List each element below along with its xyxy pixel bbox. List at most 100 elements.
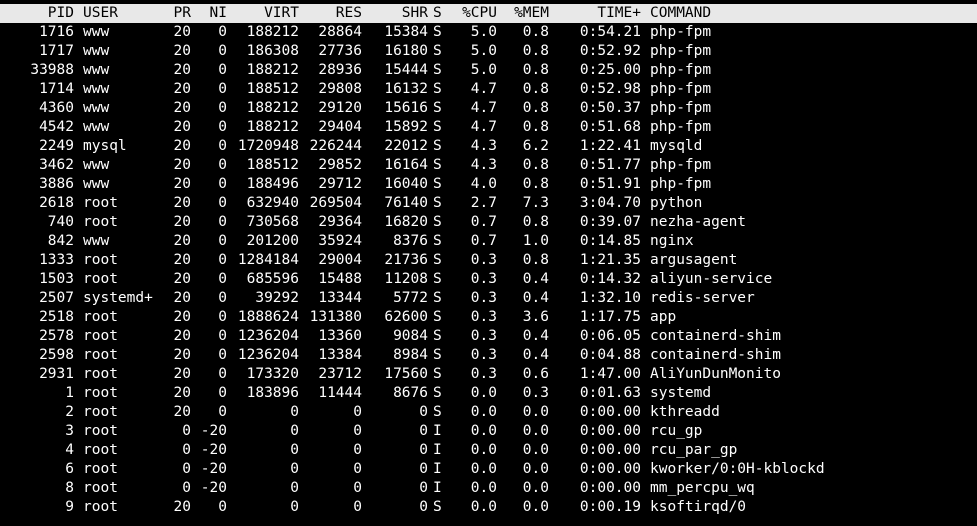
- process-pid-cell: 3886: [39, 176, 74, 192]
- process-state-cell: I: [433, 480, 442, 496]
- process-state-cell: I: [433, 461, 442, 477]
- process-virt-cell: 1284184: [237, 252, 299, 268]
- process-row[interactable]: 4 root 0 -20 0 0 0 I 0.0 0.0 0:00.00 rcu_par_gp: [0, 441, 977, 460]
- column-header-state: S: [433, 5, 442, 21]
- process-row[interactable]: 4542 www 20 0 188212 29404 15892 S 4.7 0.8 0:51.68…: [0, 118, 977, 137]
- process-time-cell: 0:51.77: [579, 157, 641, 173]
- process-row[interactable]: 2518 root 20 0 1888624 131380 62600 S 0.3 3.6 1:17…: [0, 308, 977, 327]
- process-cpu-cell: 0.0: [470, 404, 497, 420]
- process-ni-cell: 0: [218, 176, 227, 192]
- process-row[interactable]: 2507 systemd+ 20 0 39292 13344 5772 S 0.3 0.4 1:32…: [0, 289, 977, 308]
- process-virt-cell: 188512: [246, 157, 299, 173]
- process-command-cell: rcu_par_gp: [650, 442, 738, 458]
- process-row[interactable]: 740 root 20 0 730568 29364 16820 S 0.7 0.8 0:39.07…: [0, 213, 977, 232]
- process-ni-cell: 0: [218, 214, 227, 230]
- process-ni-cell: 0: [218, 366, 227, 382]
- process-cpu-cell: 0.3: [470, 271, 497, 287]
- process-mem-cell: 0.0: [522, 404, 549, 420]
- column-header-virt: VIRT: [264, 5, 299, 21]
- process-res-cell: 269504: [309, 195, 362, 211]
- process-row[interactable]: 6 root 0 -20 0 0 0 I 0.0 0.0 0:00.00 kworker/0:0H-k…: [0, 460, 977, 479]
- process-virt-cell: 188496: [246, 176, 299, 192]
- process-res-cell: 0: [353, 423, 362, 439]
- process-pr-cell: 20: [173, 100, 191, 116]
- process-row[interactable]: 2931 root 20 0 173320 23712 17560 S 0.3 0.6 1:47.0…: [0, 365, 977, 384]
- process-virt-cell: 1888624: [237, 309, 299, 325]
- process-virt-cell: 0: [290, 442, 299, 458]
- process-row[interactable]: 1 root 20 0 183896 11444 8676 S 0.0 0.3 0:01.63 sys…: [0, 384, 977, 403]
- process-row[interactable]: 1503 root 20 0 685596 15488 11208 S 0.3 0.4 0:14.3…: [0, 270, 977, 289]
- process-pid-cell: 1716: [39, 24, 74, 40]
- process-row[interactable]: 8 root 0 -20 0 0 0 I 0.0 0.0 0:00.00 mm_percpu_wq: [0, 479, 977, 498]
- process-row[interactable]: 1714 www 20 0 188512 29808 16132 S 4.7 0.8 0:52.98…: [0, 80, 977, 99]
- process-state-cell: S: [433, 328, 442, 344]
- process-mem-cell: 0.8: [522, 100, 549, 116]
- process-time-cell: 0:06.05: [579, 328, 641, 344]
- process-row[interactable]: 3886 www 20 0 188496 29712 16040 S 4.0 0.8 0:51.91…: [0, 175, 977, 194]
- process-res-cell: 0: [353, 442, 362, 458]
- process-state-cell: S: [433, 214, 442, 230]
- process-row[interactable]: 2618 root 20 0 632940 269504 76140 S 2.7 7.3 3:04.…: [0, 194, 977, 213]
- process-row[interactable]: 1333 root 20 0 1284184 29004 21736 S 0.3 0.8 1:21.…: [0, 251, 977, 270]
- process-res-cell: 11444: [318, 385, 362, 401]
- process-row[interactable]: 2598 root 20 0 1236204 13384 8984 S 0.3 0.4 0:04.8…: [0, 346, 977, 365]
- process-pid-cell: 740: [47, 214, 74, 230]
- process-ni-cell: 0: [218, 62, 227, 78]
- process-row[interactable]: 2578 root 20 0 1236204 13360 9084 S 0.3 0.4 0:06.0…: [0, 327, 977, 346]
- process-pr-cell: 0: [182, 442, 191, 458]
- process-cpu-cell: 4.3: [470, 138, 497, 154]
- process-row[interactable]: 1717 www 20 0 186308 27736 16180 S 5.0 0.8 0:52.92…: [0, 42, 977, 61]
- process-ni-cell: 0: [218, 81, 227, 97]
- process-shr-cell: 5772: [393, 290, 428, 306]
- process-cpu-cell: 0.7: [470, 233, 497, 249]
- process-virt-cell: 188212: [246, 62, 299, 78]
- process-res-cell: 29808: [318, 81, 362, 97]
- process-command-cell: mysqld: [650, 138, 703, 154]
- process-ni-cell: 0: [218, 119, 227, 135]
- process-ni-cell: 0: [218, 100, 227, 116]
- process-res-cell: 29404: [318, 119, 362, 135]
- process-time-cell: 0:50.37: [579, 100, 641, 116]
- process-pr-cell: 20: [173, 119, 191, 135]
- process-virt-cell: 0: [290, 461, 299, 477]
- process-row[interactable]: 1716 www 20 0 188212 28864 15384 S 5.0 0.8 0:54.21…: [0, 23, 977, 42]
- process-user-cell: root: [83, 366, 118, 382]
- process-row[interactable]: 2 root 20 0 0 0 0 S 0.0 0.0 0:00.00 kthreadd: [0, 403, 977, 422]
- process-shr-cell: 16820: [384, 214, 428, 230]
- process-row[interactable]: 842 www 20 0 201200 35924 8376 S 0.7 1.0 0:14.85 ng…: [0, 232, 977, 251]
- process-user-cell: root: [83, 214, 118, 230]
- process-command-cell: php-fpm: [650, 119, 712, 135]
- process-command-cell: rcu_gp: [650, 423, 703, 439]
- process-cpu-cell: 0.0: [470, 423, 497, 439]
- process-time-cell: 0:52.98: [579, 81, 641, 97]
- column-header-pr: PR: [173, 5, 191, 21]
- process-pr-cell: 0: [182, 461, 191, 477]
- process-ni-cell: -20: [200, 442, 227, 458]
- process-virt-cell: 201200: [246, 233, 299, 249]
- process-mem-cell: 0.8: [522, 62, 549, 78]
- process-row[interactable]: 9 root 20 0 0 0 0 S 0.0 0.0 0:00.19 ksoftirqd/0: [0, 498, 977, 517]
- process-time-cell: 1:32.10: [579, 290, 641, 306]
- process-shr-cell: 9084: [393, 328, 428, 344]
- process-row[interactable]: 3 root 0 -20 0 0 0 I 0.0 0.0 0:00.00 rcu_gp: [0, 422, 977, 441]
- process-command-cell: php-fpm: [650, 81, 712, 97]
- terminal-window[interactable]: PID USER PR NI VIRT RES SHR S %CPU %MEM …: [0, 0, 977, 526]
- process-cpu-cell: 0.0: [470, 480, 497, 496]
- process-user-cell: root: [83, 347, 118, 363]
- process-cpu-cell: 0.3: [470, 252, 497, 268]
- process-row[interactable]: 3462 www 20 0 188512 29852 16164 S 4.3 0.8 0:51.77…: [0, 156, 977, 175]
- process-user-cell: mysql: [83, 138, 127, 154]
- process-mem-cell: 0.8: [522, 157, 549, 173]
- process-time-cell: 0:00.19: [579, 499, 641, 515]
- process-row[interactable]: 33988 www 20 0 188212 28936 15444 S 5.0 0.8 0:25.0…: [0, 61, 977, 80]
- process-command-cell: php-fpm: [650, 24, 712, 40]
- column-header-pid: PID: [47, 5, 74, 21]
- process-row[interactable]: 2249 mysql 20 0 1720948 226244 22012 S 4.3 6.2 1:2…: [0, 137, 977, 156]
- process-pid-cell: 9: [65, 499, 74, 515]
- process-row[interactable]: 4360 www 20 0 188212 29120 15616 S 4.7 0.8 0:50.37…: [0, 99, 977, 118]
- process-virt-cell: 173320: [246, 366, 299, 382]
- process-pid-cell: 4: [65, 442, 74, 458]
- process-cpu-cell: 0.0: [470, 499, 497, 515]
- process-pr-cell: 0: [182, 423, 191, 439]
- process-user-cell: root: [83, 309, 118, 325]
